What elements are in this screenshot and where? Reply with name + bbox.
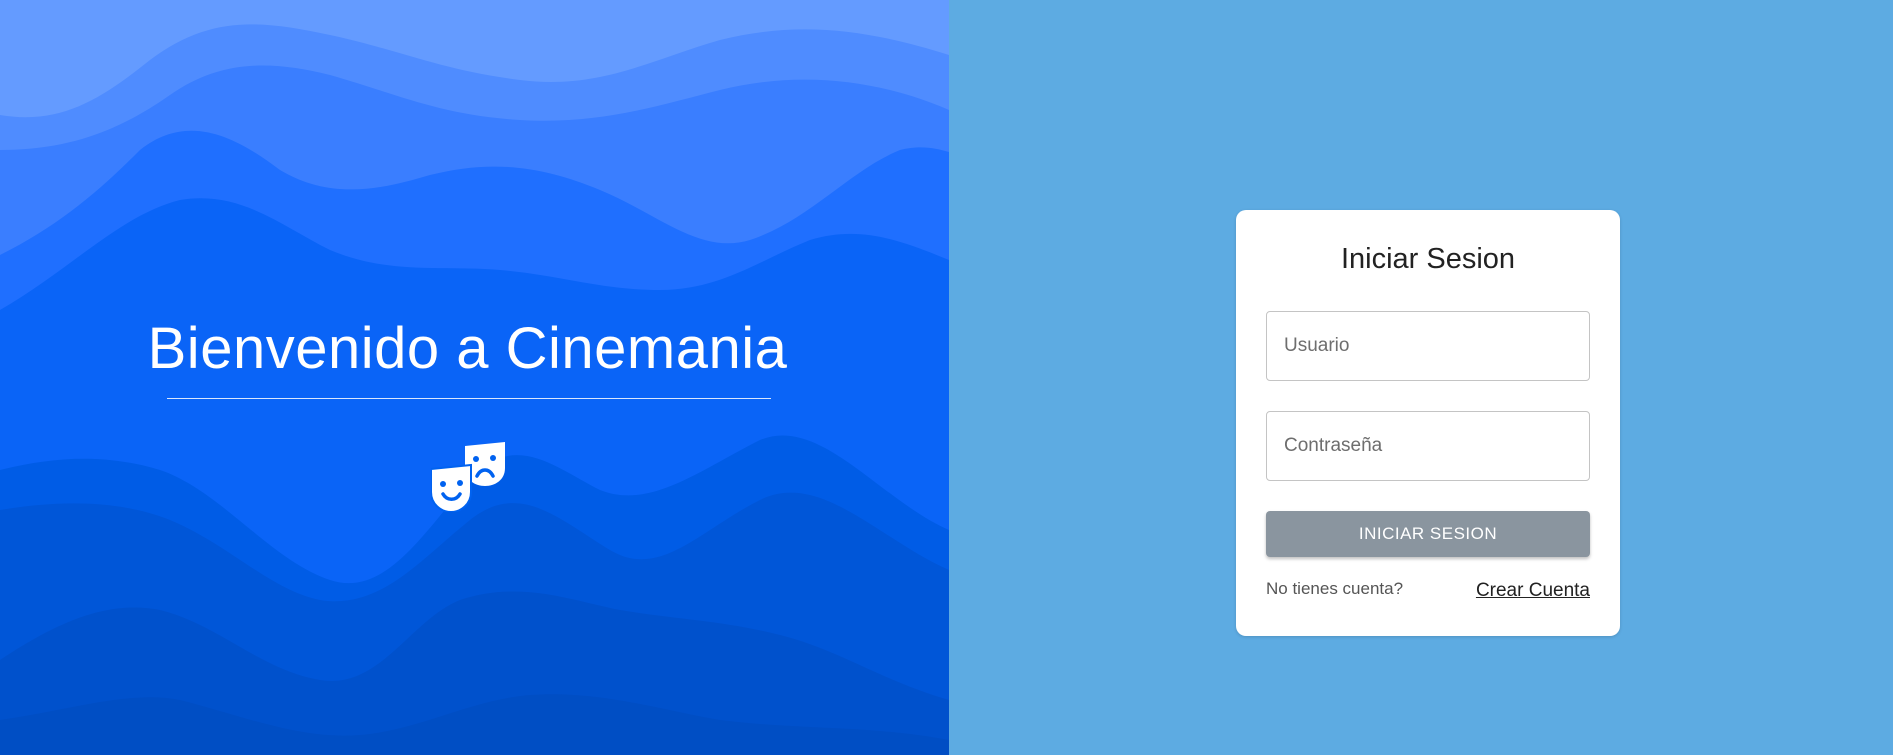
welcome-panel: Bienvenido a Cinemania [0,0,949,755]
welcome-title: Bienvenido a Cinemania [147,316,788,381]
password-input[interactable] [1266,411,1590,481]
username-input[interactable] [1266,311,1590,381]
login-title: Iniciar Sesion [1340,243,1516,275]
login-card: Iniciar Sesion INICIAR SESION No tienes … [1236,210,1620,636]
theater-masks-icon [431,442,505,512]
create-account-link[interactable]: Crear Cuenta [1476,580,1590,602]
no-account-text: No tienes cuenta? [1266,579,1404,598]
title-divider [167,398,771,399]
page: Bienvenido a Cinemania Iniciar Sesion IN… [0,0,1893,755]
login-button[interactable]: INICIAR SESION [1266,511,1590,557]
login-panel: Iniciar Sesion INICIAR SESION No tienes … [949,0,1893,755]
